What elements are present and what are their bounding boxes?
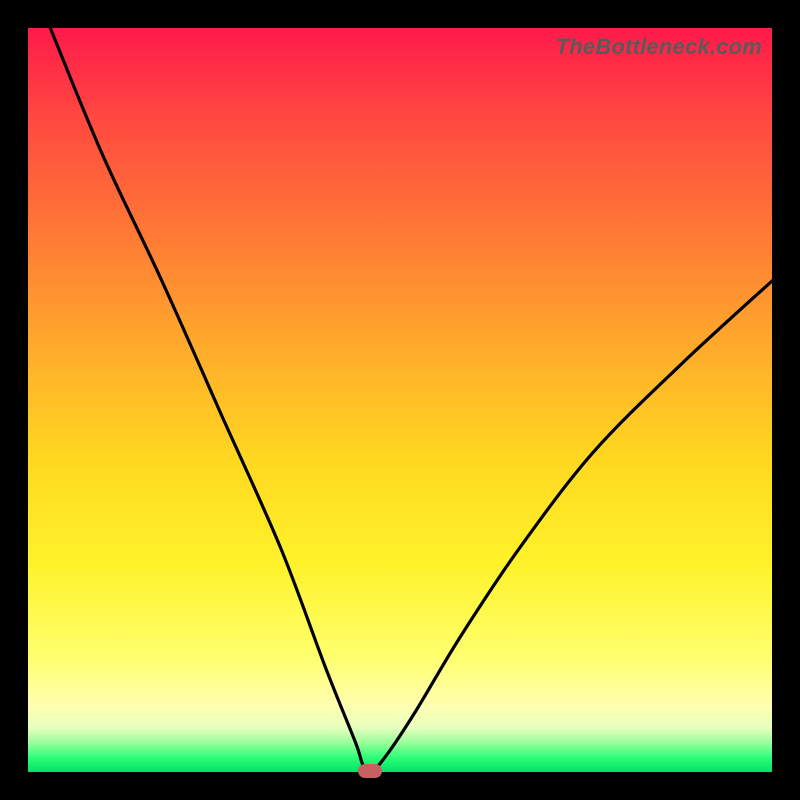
bottleneck-curve [28,28,772,772]
chart-frame: TheBottleneck.com [0,0,800,800]
optimal-marker [358,764,382,778]
plot-area: TheBottleneck.com [28,28,772,772]
